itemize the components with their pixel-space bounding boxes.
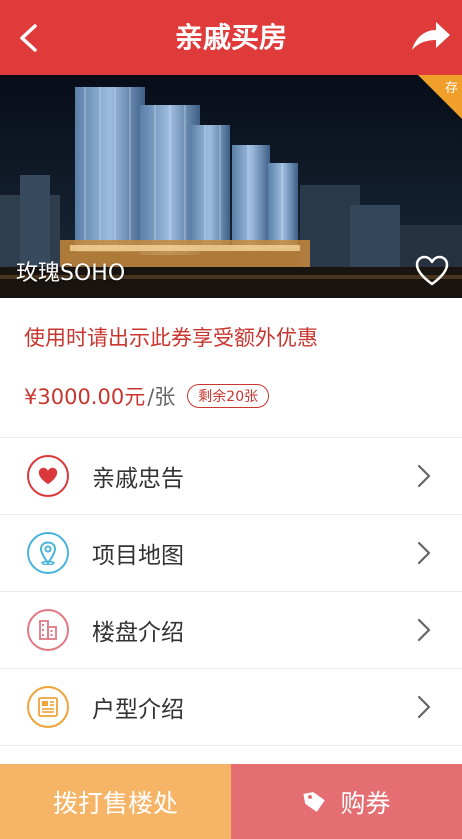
- call-button-label: 拨打售楼处: [52, 788, 178, 818]
- menu-label: 亲戚忠告: [92, 466, 184, 492]
- page-title: 亲戚买房: [174, 21, 287, 54]
- buy-button-label: 购券: [340, 788, 391, 818]
- chevron-right-icon: [417, 541, 431, 565]
- chevron-right-icon: [417, 695, 431, 719]
- chevron-right-icon: [417, 618, 431, 642]
- floorplan-doc-icon: [27, 686, 69, 728]
- menu-item-building[interactable]: 楼盘介绍: [0, 591, 462, 668]
- menu-label: 项目地图: [92, 543, 184, 569]
- chevron-left-icon[interactable]: [10, 18, 50, 58]
- chevron-right-icon: [417, 464, 431, 488]
- menu-item-floorplan[interactable]: 户型介绍: [0, 668, 462, 745]
- share-arrow-icon[interactable]: [408, 16, 452, 58]
- coupon-notice: 使用时请出示此券享受额外优惠: [24, 326, 318, 350]
- price-row: ¥3000.00元 /张 剩余20张: [24, 380, 270, 412]
- map-pin-icon: [27, 532, 69, 574]
- project-name: 玫瑰SOHO: [16, 261, 126, 286]
- app-header: 亲戚买房: [0, 0, 462, 75]
- price-unit: /张: [147, 385, 176, 409]
- menu-label: 楼盘介绍: [92, 620, 184, 646]
- coupon-price: ¥3000.00元: [24, 385, 146, 409]
- menu-item-advice[interactable]: 亲戚忠告: [0, 437, 462, 514]
- project-banner[interactable]: 存 玫瑰SOHO: [0, 75, 462, 298]
- heart-outline-icon[interactable]: [414, 253, 450, 289]
- bottom-action-bar: 拨打售楼处 购券: [0, 764, 462, 839]
- building-icon: [27, 609, 69, 651]
- tag-icon: [303, 791, 326, 812]
- ribbon-label: 存: [444, 81, 458, 96]
- remaining-badge: 剩余20张: [187, 384, 270, 408]
- menu-item-map[interactable]: 项目地图: [0, 514, 462, 591]
- call-sales-office-button[interactable]: 拨打售楼处: [0, 764, 231, 839]
- heart-icon: [27, 455, 69, 497]
- buy-coupon-button[interactable]: 购券: [231, 764, 462, 839]
- menu-label: 户型介绍: [92, 697, 184, 723]
